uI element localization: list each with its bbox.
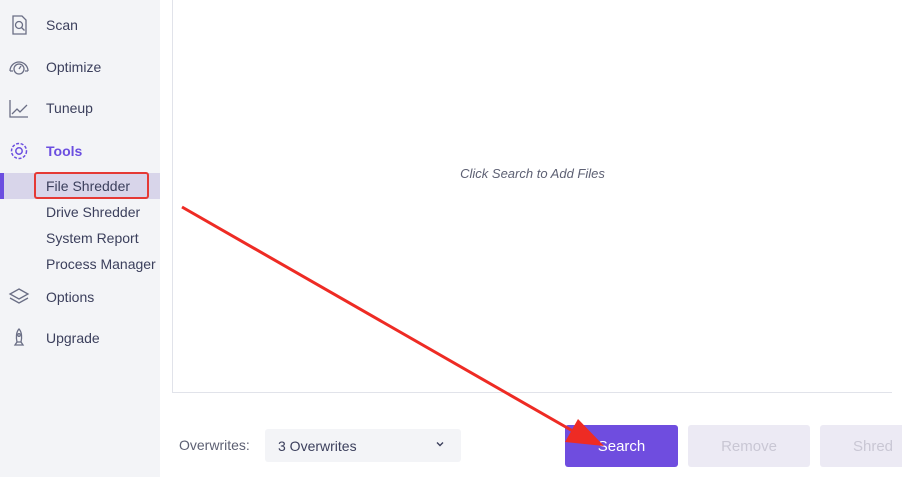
file-list-area[interactable]: Click Search to Add Files bbox=[172, 0, 892, 393]
nav-optimize[interactable]: Optimize bbox=[0, 52, 160, 82]
nav-options-label: Options bbox=[46, 289, 95, 305]
rocket-icon bbox=[8, 327, 30, 349]
nav-scan-label: Scan bbox=[46, 17, 78, 33]
nav-tuneup-label: Tuneup bbox=[46, 100, 93, 116]
subnav-system-report[interactable]: System Report bbox=[0, 225, 160, 251]
remove-button[interactable]: Remove bbox=[688, 425, 810, 467]
nav-optimize-label: Optimize bbox=[46, 59, 102, 75]
nav-tuneup[interactable]: Tuneup bbox=[0, 93, 160, 123]
overwrites-label: Overwrites: bbox=[179, 437, 250, 453]
speedometer-icon bbox=[8, 56, 30, 78]
scan-icon bbox=[8, 14, 30, 36]
layers-icon bbox=[8, 286, 30, 308]
subnav-process-manager-label: Process Manager bbox=[46, 256, 156, 272]
sidebar: Scan Optimize Tuneup Tools File Shredder… bbox=[0, 0, 160, 477]
subnav-system-report-label: System Report bbox=[46, 230, 139, 246]
search-button[interactable]: Search bbox=[565, 425, 678, 467]
subnav-process-manager[interactable]: Process Manager bbox=[0, 251, 160, 277]
line-chart-icon bbox=[8, 97, 30, 119]
nav-tools-label: Tools bbox=[46, 143, 83, 159]
nav-tools[interactable]: Tools bbox=[0, 136, 160, 166]
nav-scan[interactable]: Scan bbox=[0, 10, 160, 40]
chevron-down-icon bbox=[436, 442, 444, 447]
gear-icon bbox=[8, 140, 30, 162]
overwrites-select[interactable]: 3 Overwrites bbox=[265, 429, 461, 462]
nav-options[interactable]: Options bbox=[0, 282, 160, 312]
annotation-highlight-box bbox=[34, 172, 149, 199]
drop-hint: Click Search to Add Files bbox=[460, 166, 605, 181]
nav-upgrade-label: Upgrade bbox=[46, 330, 100, 346]
subnav-drive-shredder[interactable]: Drive Shredder bbox=[0, 199, 160, 225]
shred-button[interactable]: Shred bbox=[820, 425, 902, 467]
subnav-drive-shredder-label: Drive Shredder bbox=[46, 204, 141, 220]
overwrites-select-value: 3 Overwrites bbox=[278, 437, 357, 454]
nav-upgrade[interactable]: Upgrade bbox=[0, 323, 160, 353]
